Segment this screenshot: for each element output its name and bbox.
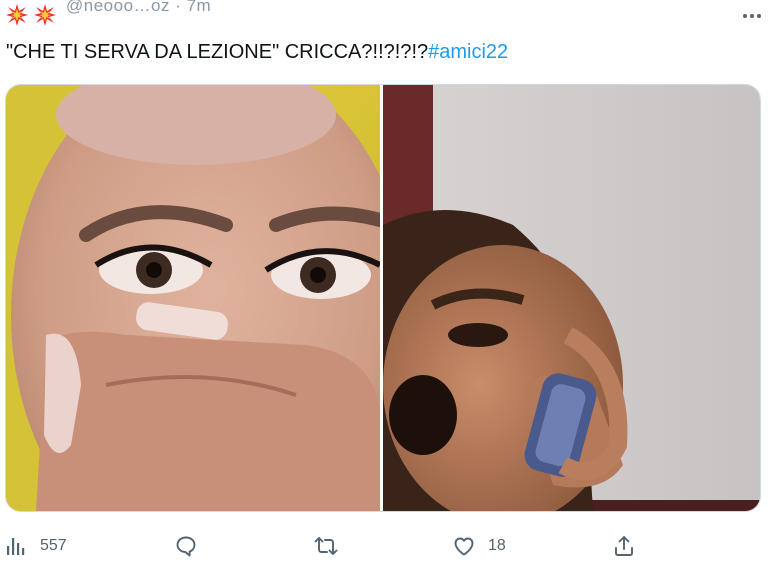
tweet-body-text: "CHE TI SERVA DA LEZIONE" CRICCA?!!?!?!? bbox=[6, 41, 429, 63]
like-button[interactable]: 18 bbox=[452, 528, 506, 564]
views-button[interactable]: 557 bbox=[4, 528, 67, 564]
share-button[interactable] bbox=[612, 528, 648, 564]
retweet-icon bbox=[314, 537, 338, 555]
phone-call-photo bbox=[383, 85, 760, 511]
shocked-face-photo bbox=[6, 85, 380, 511]
photo-left[interactable] bbox=[6, 85, 380, 511]
collision-icon bbox=[6, 4, 28, 26]
share-icon bbox=[615, 536, 633, 556]
user-handle[interactable]: @neooo…oz · 7m bbox=[66, 0, 211, 16]
collision-icon bbox=[34, 4, 56, 26]
emoji-group bbox=[6, 4, 56, 26]
hashtag-link[interactable]: #amici22 bbox=[428, 41, 508, 63]
tweet-text: "CHE TI SERVA DA LEZIONE" CRICCA?!!?!?!?… bbox=[6, 40, 508, 64]
more-options-button[interactable] bbox=[738, 6, 766, 26]
tweet-actions: 557 18 bbox=[0, 528, 780, 564]
more-horizontal-icon bbox=[743, 14, 761, 18]
reply-icon bbox=[176, 536, 196, 557]
like-count: 18 bbox=[488, 537, 506, 554]
photo-right[interactable] bbox=[383, 85, 760, 511]
views-count: 557 bbox=[40, 537, 67, 554]
analytics-icon bbox=[7, 538, 25, 555]
media-container bbox=[5, 84, 761, 512]
retweet-button[interactable] bbox=[314, 528, 350, 564]
heart-icon bbox=[454, 537, 474, 556]
tweet-header: @neooo…oz · 7m bbox=[0, 0, 780, 34]
reply-button[interactable] bbox=[174, 528, 210, 564]
